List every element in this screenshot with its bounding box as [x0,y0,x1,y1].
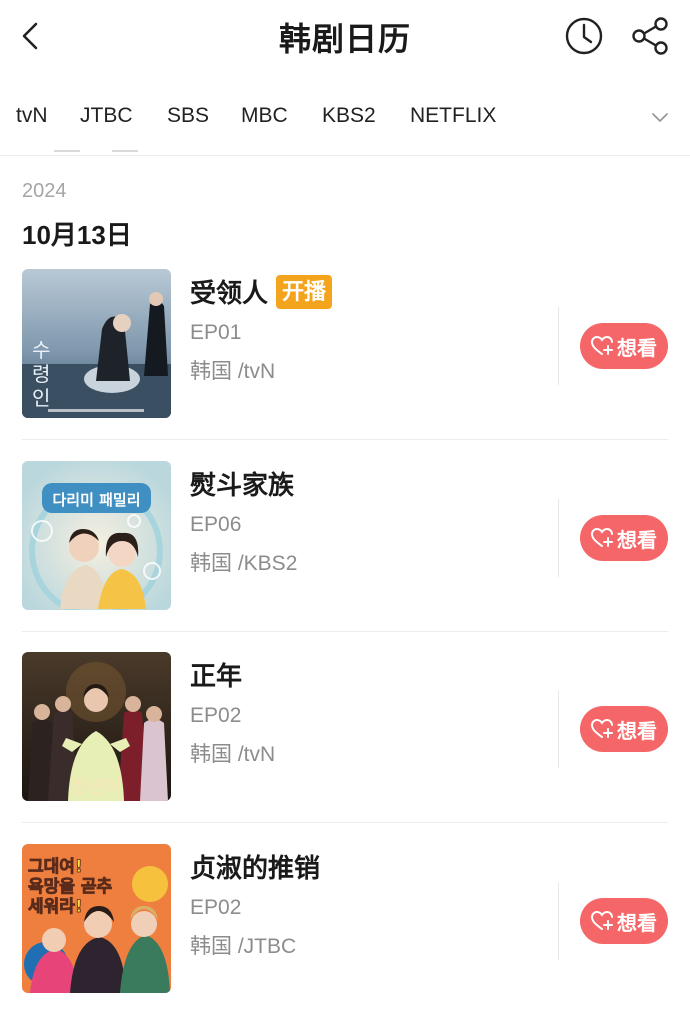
chevron-down-icon [652,113,668,122]
row-divider [22,439,668,440]
svg-text:세워라!: 세워라! [28,897,83,917]
episode-label: EP02 [190,896,242,919]
schedule-year: 2024 [22,180,67,202]
premiere-badge: 开播 [276,274,333,309]
show-title[interactable]: 正年 [190,656,242,693]
episode-label: EP06 [190,513,242,536]
channel-tabs: tvN JTBC SBS MBC KBS2 NETFLIX [0,80,690,156]
show-title[interactable]: 熨斗家族 [190,465,294,502]
show-title-text: 受领人 [190,278,269,308]
divider [558,307,559,385]
poster-image[interactable]: 정년이 [22,652,171,801]
svg-text:욕망을 곧추: 욕망을 곧추 [28,877,112,897]
tab-sbs[interactable]: SBS [167,104,209,128]
show-title[interactable]: 贞淑的推销 [190,848,320,885]
svg-text:인: 인 [32,386,50,410]
row-divider [22,631,668,632]
poster-image[interactable]: 다리미 패밀리 [22,461,171,610]
show-title-text: 贞淑的推销 [190,853,321,883]
show-item[interactable]: 그대여! 욕망을 곧추 세워라! 贞淑的推销 EP02 韩国 /JTBC 想看 [22,844,668,994]
tab-tvn[interactable]: tvN [16,104,48,128]
divider [558,499,559,577]
want-to-watch-button[interactable]: 想看 [580,898,668,944]
network-label: 韩国 /tvN [190,743,276,766]
network-label: 韩国 /JTBC [190,935,297,958]
network-label: 韩国 /KBS2 [190,552,298,575]
want-to-watch-label: 想看 [617,912,657,935]
poster-image[interactable]: 수 령 인 [22,269,171,418]
header: 韩剧日历 [0,0,690,72]
poster-image[interactable]: 그대여! 욕망을 곧추 세워라! [22,844,171,993]
share-button[interactable] [628,14,672,58]
heart-add-icon [591,528,613,547]
share-icon [632,17,668,55]
want-to-watch-label: 想看 [617,337,657,360]
network-label: 韩国 /tvN [190,360,276,383]
want-to-watch-label: 想看 [617,529,657,552]
clock-icon [565,17,603,55]
history-button[interactable] [562,14,606,58]
svg-text:수: 수 [32,338,50,362]
episode-label: EP02 [190,704,242,727]
svg-text:그대여!: 그대여! [28,857,83,877]
want-to-watch-button[interactable]: 想看 [580,323,668,369]
schedule-date: 10月13日 [22,220,132,250]
show-title[interactable]: 受领人 开播 [190,273,333,310]
show-title-text: 正年 [190,661,243,691]
scroll-residue [54,150,80,156]
divider [558,690,559,768]
want-to-watch-button[interactable]: 想看 [580,706,668,752]
channel-expand-button[interactable] [646,106,674,130]
svg-text:령: 령 [32,362,50,386]
want-to-watch-label: 想看 [617,720,657,743]
divider [558,882,559,960]
episode-label: EP01 [190,321,242,344]
scroll-residue [112,150,138,156]
show-item[interactable]: 수 령 인 受领人 开播 EP01 韩国 /tvN 想看 [22,269,668,440]
show-item[interactable]: 다리미 패밀리 熨斗家族 EP06 韩国 /KBS2 想看 [22,461,668,632]
heart-add-icon [591,911,613,930]
tab-netflix[interactable]: NETFLIX [410,104,496,128]
show-item[interactable]: 정년이 正年 EP02 韩国 /tvN 想看 [22,652,668,823]
show-title-text: 熨斗家族 [190,470,295,500]
want-to-watch-button[interactable]: 想看 [580,515,668,561]
tab-mbc[interactable]: MBC [241,104,288,128]
svg-text:정년이: 정년이 [72,777,122,798]
tab-jtbc[interactable]: JTBC [80,104,133,128]
heart-add-icon [591,719,613,738]
heart-add-icon [591,336,613,355]
svg-text:다리미 패밀리: 다리미 패밀리 [52,491,140,509]
tab-kbs2[interactable]: KBS2 [322,104,376,128]
row-divider [22,822,668,823]
